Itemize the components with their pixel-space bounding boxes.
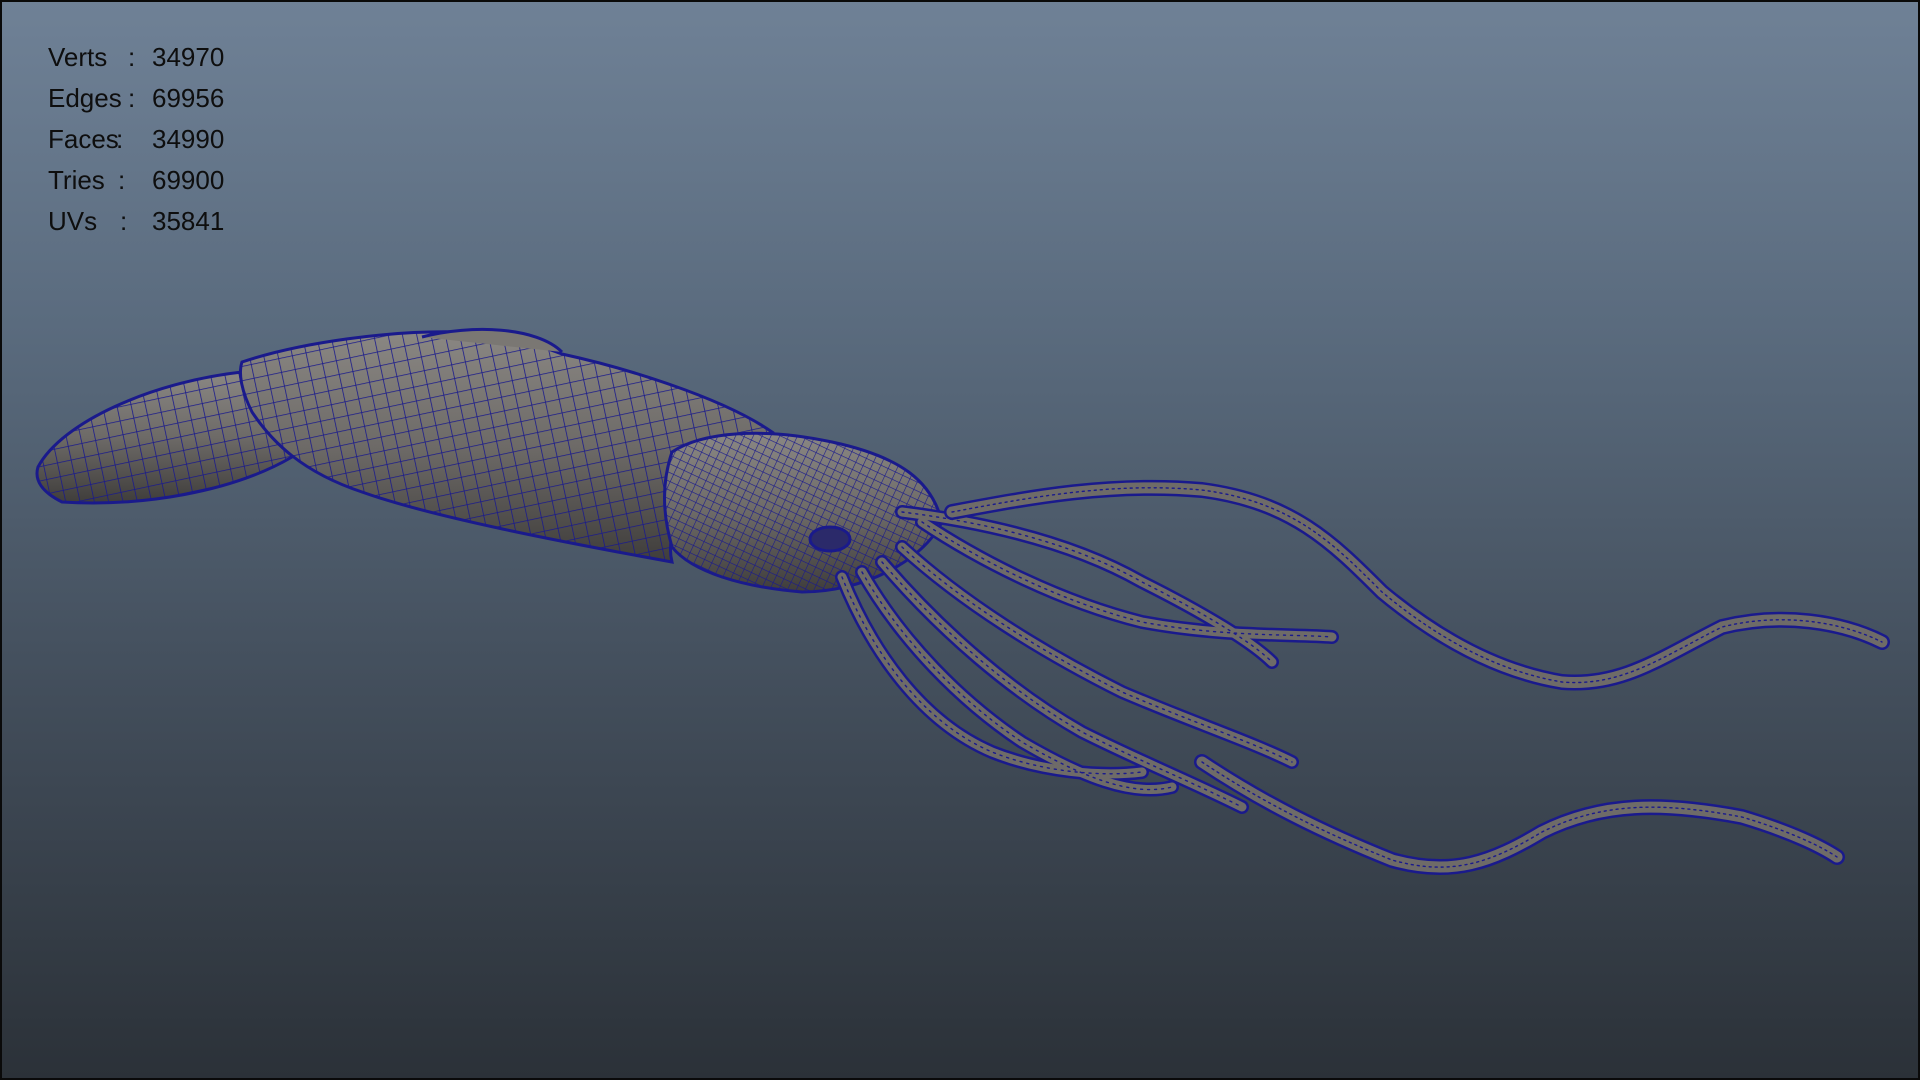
hud-stat-label: Verts [48,42,108,72]
hud-stat-value: 69956 [152,83,225,113]
hud-stat-label: Tries [48,165,105,195]
hud-stat-value: 34970 [152,42,225,72]
squid-wireframe-mesh[interactable] [2,2,1918,1078]
hud-stat-value: 34990 [152,124,225,154]
hud-stat-label: Edges [48,83,122,113]
hud-stat-value: 69900 [152,165,225,195]
hud-stat-separator: : [116,124,124,154]
hud-stat-separator: : [118,165,126,195]
hud-stat-value: 35841 [152,206,225,236]
hud-stat-label: UVs [48,206,98,236]
3d-viewport[interactable]: Verts:34970 Edges:69956 Faces:34990 Tries:6… [0,0,1920,1080]
squid-arms [835,505,1339,814]
hud-stat-label: Faces [48,124,119,154]
hud-stat-separator: : [128,83,136,113]
hud-stat-separator: : [128,42,136,72]
hud-stat-separator: : [120,206,128,236]
